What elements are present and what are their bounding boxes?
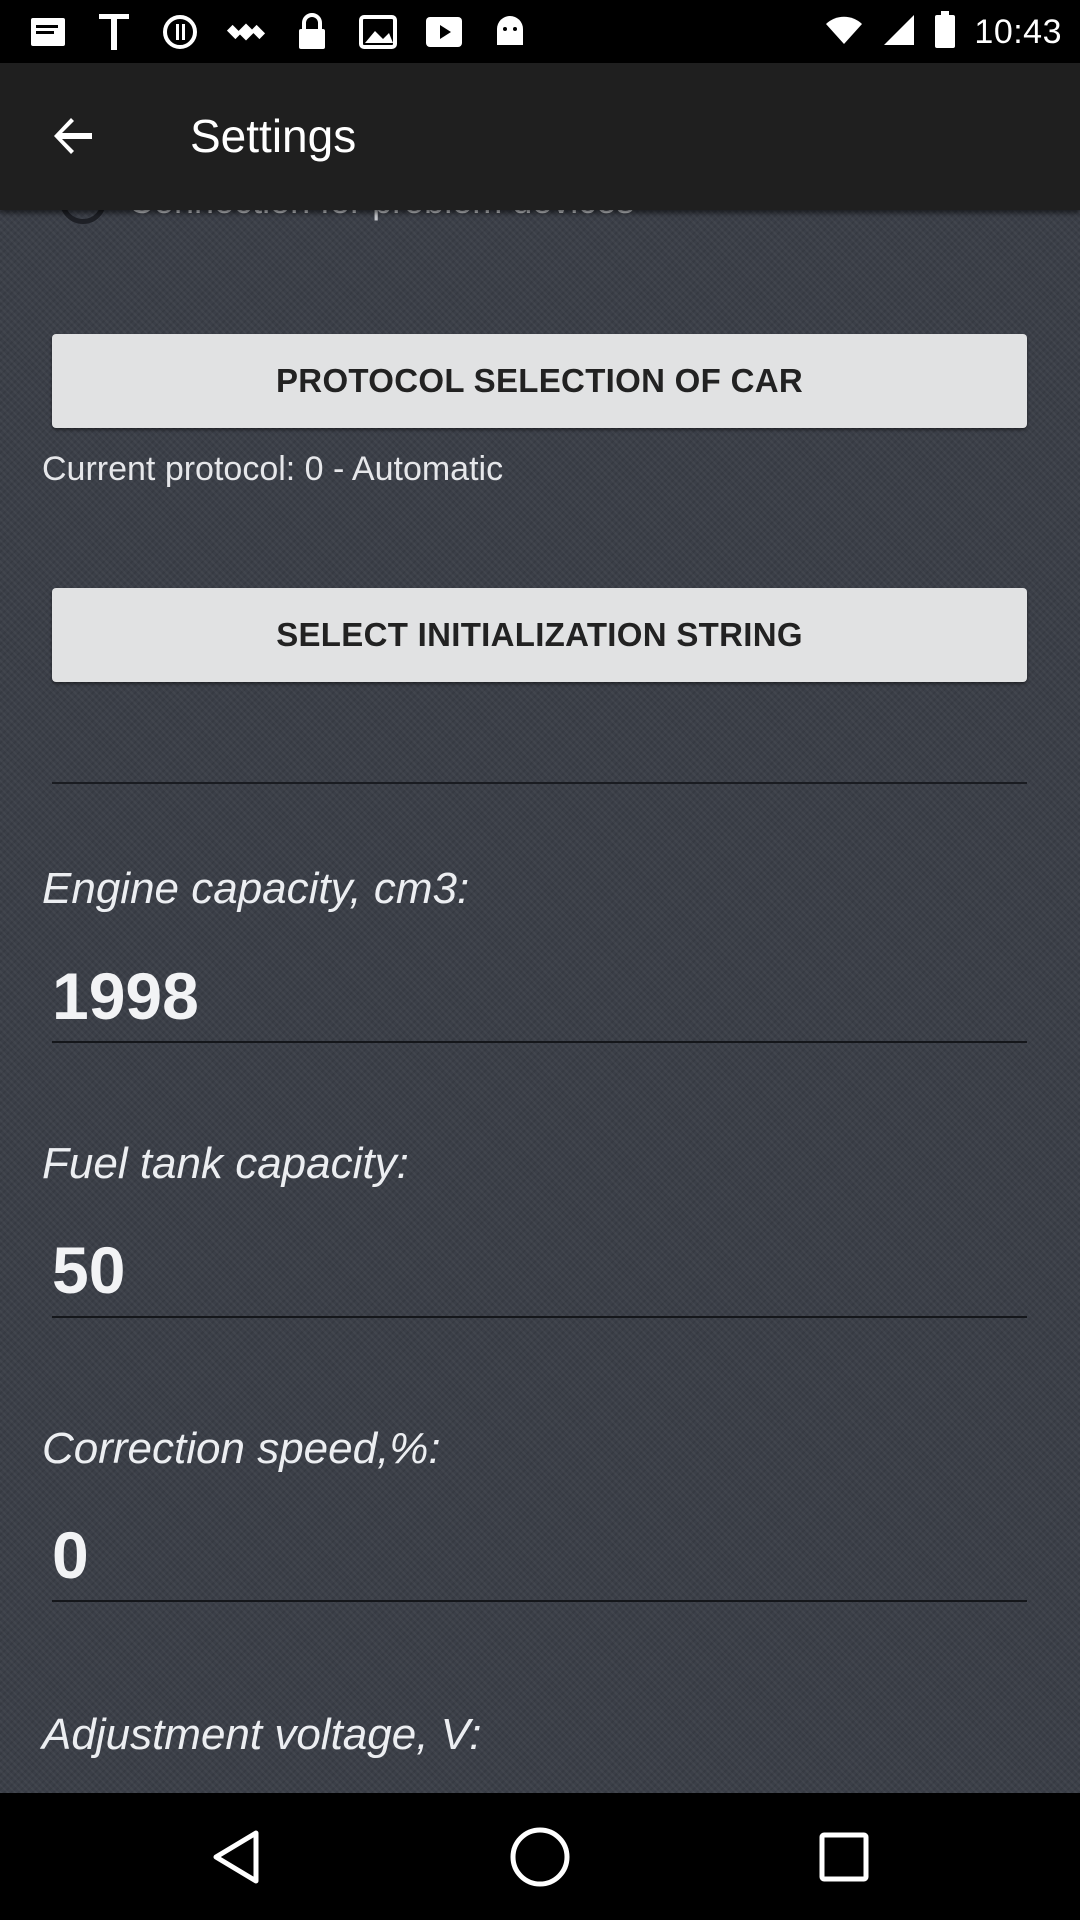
lock-icon [292,12,332,52]
android-icon [490,12,530,52]
protocol-selection-button[interactable]: PROTOCOL SELECTION OF CAR [52,334,1027,428]
system-status: 10:43 [824,8,1062,56]
notification-icons [28,10,530,54]
satellite-icon [226,12,266,52]
current-protocol-text: Current protocol: 0 - Automatic [42,450,504,488]
message-icon [28,12,68,52]
nav-back-icon [213,1830,259,1884]
app-bar: Settings [0,63,1080,210]
page-title: Settings [190,110,357,162]
signal-icon [882,13,916,52]
settings-content[interactable]: Connection for problem devices PROTOCOL … [0,210,1080,1793]
fuel-tank-capacity-label: Fuel tank capacity: [42,1139,409,1188]
photo-icon [358,12,398,52]
adjustment-voltage-label: Adjustment voltage, V: [42,1710,482,1759]
engine-capacity-label: Engine capacity, cm3: [42,864,470,913]
play-icon [424,12,464,52]
divider [52,782,1027,784]
nav-back-button[interactable] [200,1821,272,1893]
battery-icon [934,10,956,54]
correction-speed-underline [52,1600,1027,1602]
status-bar: 10:43 [0,0,1080,63]
nav-home-icon [510,1827,570,1887]
wifi-icon [824,14,864,51]
clock: 10:43 [974,12,1062,51]
arrow-back-icon [54,118,92,154]
connection-option-label: Connection for problem devices [128,210,634,222]
fuel-tank-capacity-underline [52,1316,1027,1318]
nav-recent-icon [819,1832,869,1882]
correction-speed-label: Correction speed,%: [42,1424,441,1473]
nav-recent-button[interactable] [808,1821,880,1893]
navigation-bar [0,1793,1080,1920]
connection-option[interactable]: Connection for problem devices [60,210,634,226]
engine-capacity-underline [52,1041,1027,1043]
do-not-disturb-icon [160,12,200,52]
correction-speed-input[interactable]: 0 [52,1517,89,1593]
nav-home-button[interactable] [504,1821,576,1893]
engine-capacity-input[interactable]: 1998 [52,958,199,1034]
select-init-string-button[interactable]: SELECT INITIALIZATION STRING [52,588,1027,682]
radio-button[interactable] [60,210,106,224]
text-t-icon [94,12,134,52]
back-button[interactable] [40,108,106,164]
fuel-tank-capacity-input[interactable]: 50 [52,1232,125,1308]
